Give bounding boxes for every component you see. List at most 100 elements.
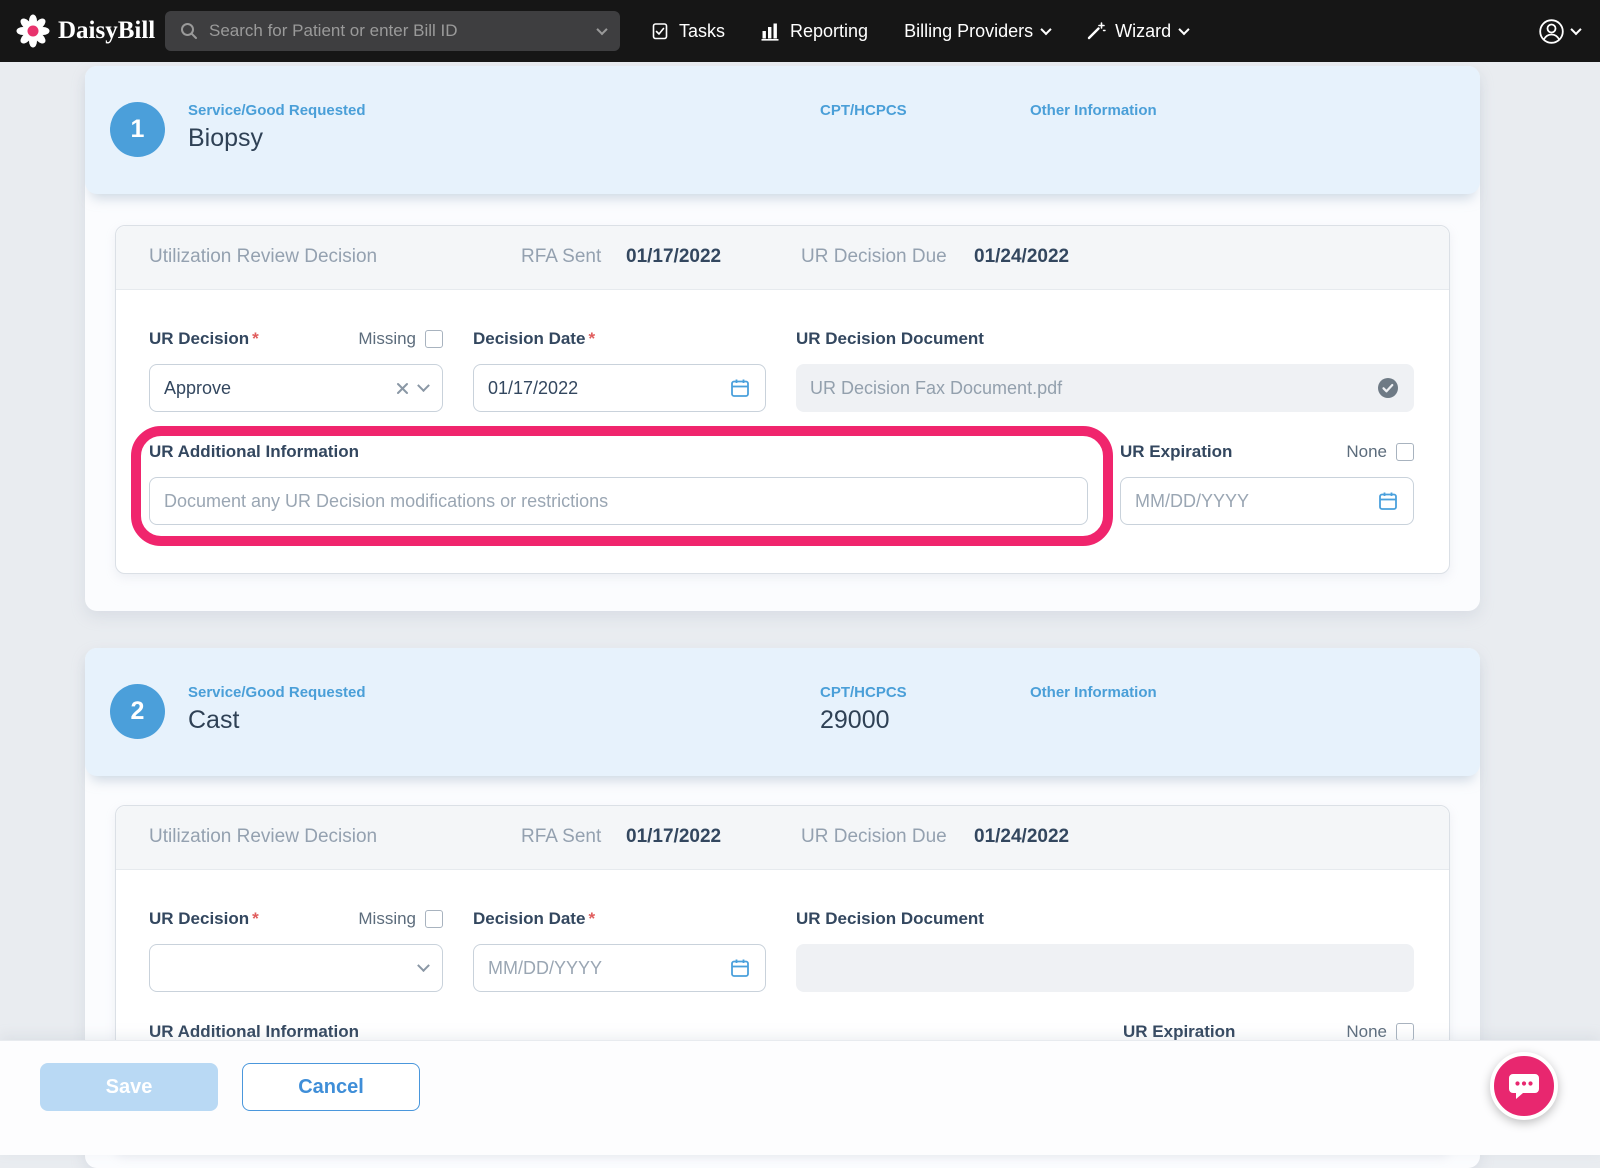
ur-card-title: Utilization Review Decision <box>149 826 378 847</box>
ur-card-header: Utilization Review Decision RFA Sent 01/… <box>116 806 1449 870</box>
brand-name: DaisyBill <box>58 17 156 44</box>
utilization-review-card: Utilization Review Decision RFA Sent 01/… <box>115 225 1450 574</box>
nav-item-tasks[interactable]: Tasks <box>650 21 725 42</box>
decision-date-input[interactable] <box>488 957 719 979</box>
missing-option: Missing <box>358 329 443 349</box>
chat-launcher-button[interactable] <box>1490 1052 1558 1120</box>
service-requested-label: Service/Good Requested <box>188 102 366 119</box>
missing-checkbox[interactable] <box>425 910 443 928</box>
service-requested-label: Service/Good Requested <box>188 684 366 701</box>
chevron-down-icon <box>1570 23 1582 36</box>
ur-expiration-input[interactable] <box>1135 490 1367 512</box>
chat-bubble-icon <box>1506 1069 1542 1103</box>
ur-additional-information-field <box>149 477 1088 525</box>
search-input[interactable] <box>209 21 588 41</box>
section-number-badge: 1 <box>110 102 165 157</box>
ur-decision-due-label: UR Decision Due <box>801 246 947 267</box>
ur-additional-information-label: UR Additional Information <box>149 1022 359 1041</box>
top-nav: DaisyBill Tasks <box>0 0 1600 62</box>
calendar-icon[interactable] <box>1377 490 1399 512</box>
section-number-badge: 2 <box>110 684 165 739</box>
section-header: 2 Service/Good Requested Cast CPT/HCPCS … <box>85 648 1480 776</box>
decision-date-label: Decision Date * <box>473 909 596 928</box>
decision-date-field <box>473 944 766 992</box>
none-checkbox[interactable] <box>1396 1023 1414 1041</box>
decision-date-input[interactable] <box>488 377 719 399</box>
required-marker: * <box>252 909 259 928</box>
ur-expiration-label: UR Expiration <box>1120 442 1233 461</box>
daisy-logo-icon <box>16 14 50 48</box>
nav-item-billing-providers[interactable]: Billing Providers <box>904 20 1052 42</box>
search-icon <box>179 21 199 41</box>
chevron-down-icon <box>1178 23 1190 36</box>
none-checkbox[interactable] <box>1396 443 1414 461</box>
calendar-icon[interactable] <box>729 377 751 399</box>
brand-logo[interactable]: DaisyBill <box>16 14 162 48</box>
check-circle-icon <box>1376 376 1400 400</box>
search-dropdown-chevron-icon[interactable] <box>596 23 608 36</box>
ur-decision-due-value: 01/24/2022 <box>974 826 1070 847</box>
chevron-down-icon <box>1040 23 1052 36</box>
decision-date-label: Decision Date * <box>473 329 596 348</box>
cpt-hcpcs-value: 29000 <box>820 706 890 734</box>
nav-item-label: Reporting <box>790 20 869 41</box>
nav-item-label: Billing Providers <box>904 20 1034 41</box>
global-search <box>165 11 620 51</box>
ur-expiration-field <box>1120 477 1414 525</box>
account-menu[interactable] <box>1538 18 1582 45</box>
none-option: None <box>1346 1022 1414 1042</box>
calendar-icon[interactable] <box>729 957 751 979</box>
ur-decision-document-label: UR Decision Document <box>796 909 984 928</box>
ur-card-body: UR Decision * Missing Approve Decision D… <box>116 290 1449 525</box>
nav-menu: Tasks Reporting Billing Providers Wizard <box>650 20 1190 42</box>
cpt-hcpcs-label: CPT/HCPCS <box>820 102 907 119</box>
nav-item-label: Tasks <box>679 20 726 41</box>
missing-option: Missing <box>358 909 443 929</box>
required-marker: * <box>252 329 259 348</box>
wizard-wand-icon <box>1086 21 1106 41</box>
service-requested-value: Cast <box>188 706 240 734</box>
ur-decision-document-value: UR Decision Fax Document.pdf <box>810 377 1063 398</box>
ur-additional-information-input[interactable] <box>164 490 1073 512</box>
rfa-sent-value: 01/17/2022 <box>626 246 722 267</box>
ur-decision-select[interactable] <box>149 944 443 992</box>
ur-decision-due-label: UR Decision Due <box>801 826 947 847</box>
other-information-label: Other Information <box>1030 102 1157 119</box>
service-section-1: 1 Service/Good Requested Biopsy CPT/HCPC… <box>85 66 1480 611</box>
ur-card-title: Utilization Review Decision <box>149 246 378 267</box>
reporting-icon <box>761 22 781 41</box>
ur-decision-selected-value: Approve <box>164 377 232 398</box>
action-bar: Save Cancel <box>0 1040 1600 1155</box>
rfa-sent-label: RFA Sent <box>521 246 602 267</box>
none-option: None <box>1346 442 1414 462</box>
ur-decision-document-field[interactable] <box>796 944 1414 992</box>
clear-x-icon[interactable] <box>396 382 409 395</box>
rfa-sent-value: 01/17/2022 <box>626 826 722 847</box>
tasks-icon <box>650 21 670 41</box>
select-chevron-icon[interactable] <box>417 958 430 972</box>
required-marker: * <box>588 909 596 928</box>
nav-item-wizard[interactable]: Wizard <box>1086 20 1190 42</box>
ur-decision-document-field[interactable]: UR Decision Fax Document.pdf <box>796 364 1414 412</box>
ur-additional-information-label: UR Additional Information <box>149 442 359 461</box>
decision-date-field <box>473 364 766 412</box>
cpt-hcpcs-label: CPT/HCPCS <box>820 684 907 701</box>
service-requested-value: Biopsy <box>188 124 264 152</box>
ur-decision-label: UR Decision * <box>149 329 259 348</box>
rfa-sent-label: RFA Sent <box>521 826 602 847</box>
ur-card-header: Utilization Review Decision RFA Sent 01/… <box>116 226 1449 290</box>
ur-decision-due-value: 01/24/2022 <box>974 246 1070 267</box>
account-icon <box>1538 18 1565 45</box>
nav-item-label: Wizard <box>1115 20 1172 41</box>
nav-item-reporting[interactable]: Reporting <box>761 21 868 42</box>
ur-expiration-label: UR Expiration <box>1123 1022 1236 1041</box>
cancel-button[interactable]: Cancel <box>242 1063 420 1111</box>
missing-checkbox[interactable] <box>425 330 443 348</box>
other-information-label: Other Information <box>1030 684 1157 701</box>
ur-decision-label: UR Decision * <box>149 909 259 928</box>
select-chevron-icon[interactable] <box>417 378 430 392</box>
ur-decision-document-label: UR Decision Document <box>796 329 984 348</box>
section-header: 1 Service/Good Requested Biopsy CPT/HCPC… <box>85 66 1480 194</box>
save-button[interactable]: Save <box>40 1063 218 1111</box>
ur-decision-select[interactable]: Approve <box>149 364 443 412</box>
